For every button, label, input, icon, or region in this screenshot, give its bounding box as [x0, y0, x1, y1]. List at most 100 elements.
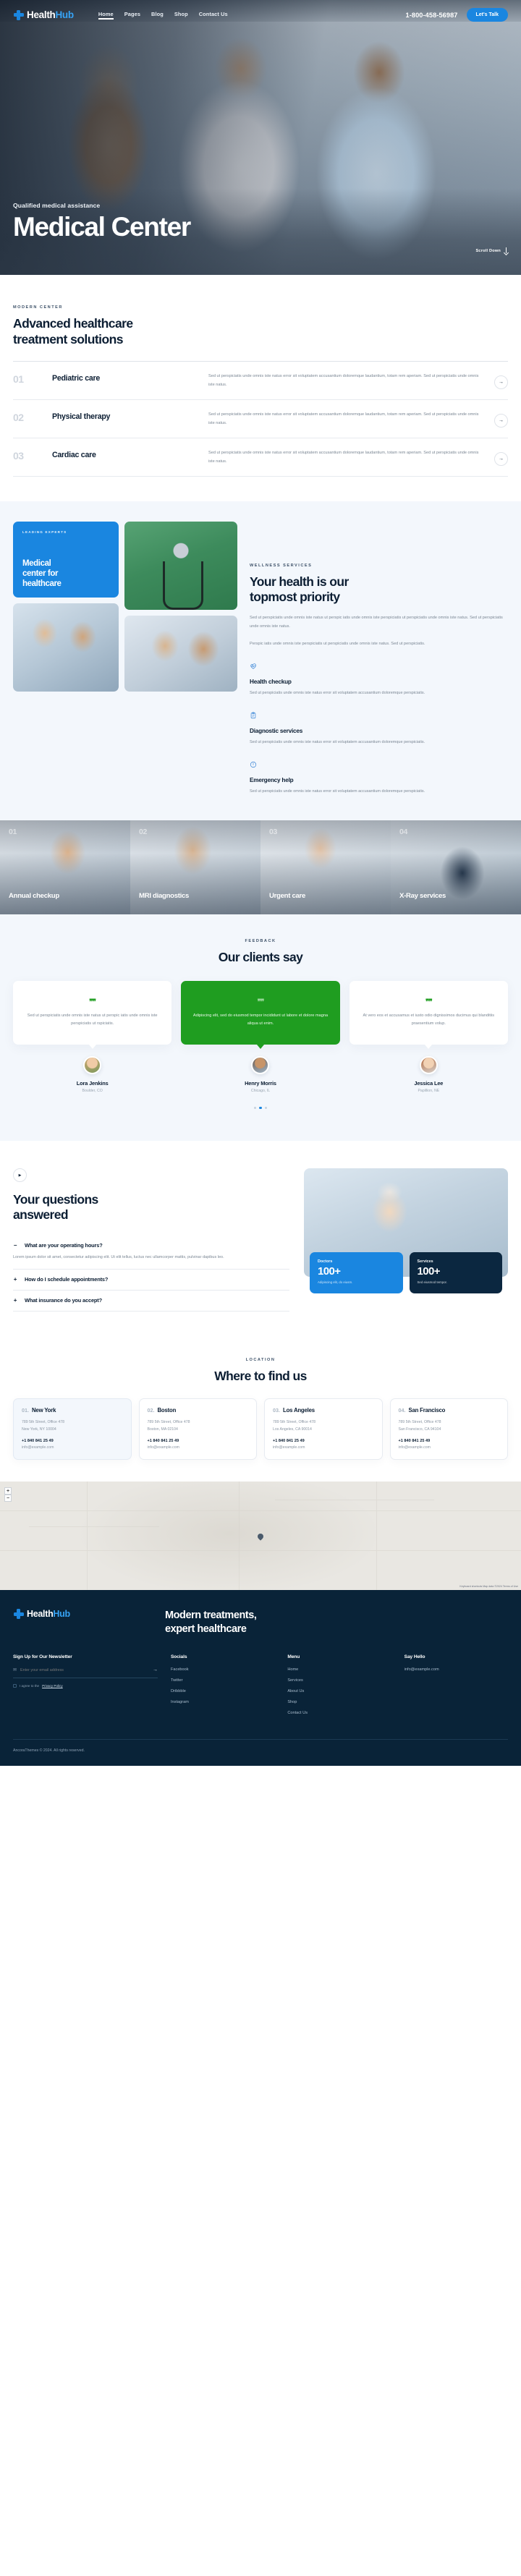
location-email[interactable]: info@example.com	[148, 1445, 249, 1450]
location-phone[interactable]: +1 840 841 25 49	[273, 1439, 374, 1443]
location-city: New York	[32, 1407, 56, 1414]
gallery-section: 01 Annual checkup 02 MRI diagnostics 03 …	[0, 820, 521, 914]
service-title: Cardiac care	[52, 451, 96, 460]
contact-email[interactable]: info@example.com	[404, 1667, 508, 1672]
location-address-1: 789 5th Street, Office 478	[147, 1420, 190, 1425]
location-address-2: San Francisco, CA 94104	[398, 1427, 441, 1432]
zoom-in-button[interactable]: +	[4, 1487, 12, 1495]
faq-question: What are your operating hours?	[25, 1242, 103, 1249]
footer-logo[interactable]: HealthHub	[13, 1609, 151, 1620]
gallery-shade	[391, 820, 521, 914]
gallery-item[interactable]: 01 Annual checkup	[0, 820, 130, 914]
stat-label: Services	[417, 1259, 433, 1264]
nav-link-shop[interactable]: Shop	[174, 11, 188, 20]
service-row[interactable]: 01 Pediatric care Sed ut perspiciatis un…	[13, 362, 508, 401]
map-zoom-controls[interactable]: + −	[4, 1487, 12, 1502]
faq-question: What insurance do you accept?	[25, 1297, 102, 1304]
footer-link-services[interactable]: Services	[287, 1678, 391, 1683]
nav-link-contact-us[interactable]: Contact Us	[199, 11, 228, 20]
medical-cross-icon	[13, 1609, 24, 1620]
newsletter-email-input[interactable]	[20, 1667, 149, 1672]
arrow-right-icon[interactable]: →	[494, 452, 508, 467]
arrow-right-icon[interactable]: →	[494, 375, 508, 390]
location-card[interactable]: 02. Boston 789 5th Street, Office 478 Bo…	[138, 1398, 257, 1460]
social-link-dribbble[interactable]: Dribbble	[171, 1689, 274, 1693]
checkbox-icon[interactable]	[13, 1684, 17, 1688]
gallery-item[interactable]: 03 Urgent care	[260, 820, 391, 914]
gallery-label: X-Ray services	[399, 891, 446, 900]
quote-icon: ❞❞	[425, 998, 433, 1006]
location-card[interactable]: 03. Los Angeles 789 5th Street, Office 4…	[264, 1398, 383, 1460]
zoom-out-button[interactable]: −	[4, 1494, 12, 1502]
scroll-down-indicator[interactable]: Scroll Down	[475, 247, 508, 255]
footer-link-shop[interactable]: Shop	[287, 1700, 391, 1704]
location-city: San Francisco	[408, 1407, 446, 1414]
social-link-twitter[interactable]: Twitter	[171, 1678, 274, 1683]
location-card[interactable]: 01. New York 789 5th Street, Office 478 …	[13, 1398, 132, 1460]
location-email[interactable]: info@example.com	[22, 1445, 123, 1450]
footer-link-home[interactable]: Home	[287, 1667, 391, 1672]
site-logo[interactable]: HealthHub	[13, 9, 74, 20]
location-address-2: New York, NY 10004	[22, 1427, 56, 1432]
footer-link-contact-us[interactable]: Contact Us	[287, 1711, 391, 1715]
quote-icon: ❞❞	[89, 998, 96, 1006]
socials-title: Socials	[171, 1654, 187, 1660]
nav-links: Home Pages Blog Shop Contact Us	[98, 11, 228, 20]
testimonial-bubble: ❞❞ At vero eos et accusamus et iusto odi…	[349, 980, 508, 1049]
arrow-right-icon[interactable]: →	[494, 414, 508, 428]
avatar	[83, 1055, 102, 1074]
wellness-feature: Health checkup Sed ut perspiciatis unde …	[250, 663, 508, 697]
faq-title: Your questions answered	[13, 1192, 98, 1223]
gallery-item[interactable]: 02 MRI diagnostics	[130, 820, 260, 914]
location-phone[interactable]: +1 840 841 25 49	[22, 1439, 123, 1443]
testimonial-bubble: ❞❞ Sed ut perspiciatis unde omnis iste n…	[13, 980, 172, 1049]
stat-card-services: Services 100+ Sed eiusmod tempor.	[409, 1252, 502, 1293]
location-email[interactable]: info@example.com	[399, 1445, 500, 1450]
faq-item[interactable]: + What insurance do you accept?	[13, 1291, 289, 1312]
header-phone-number[interactable]: 1-800-458-56987	[406, 12, 458, 19]
gallery-item[interactable]: 04 X-Ray services	[391, 820, 521, 914]
location-phone[interactable]: +1 840 841 25 49	[148, 1439, 249, 1443]
faq-content: ▶ Your questions answered − What are you…	[13, 1168, 289, 1312]
carousel-dot[interactable]	[253, 1106, 257, 1110]
gallery-number: 03	[269, 827, 277, 836]
wellness-card-title: Medical center for healthcare	[22, 559, 62, 589]
footer-link-about-us[interactable]: About Us	[287, 1689, 391, 1693]
faq-question-row[interactable]: + How do I schedule appointments?	[13, 1276, 289, 1283]
nav-link-blog[interactable]: Blog	[151, 11, 164, 20]
carousel-dot-active[interactable]	[259, 1106, 262, 1110]
menu-column: Menu Home Services About Us Shop Contact…	[287, 1654, 391, 1722]
faq-question-row[interactable]: − What are your operating hours?	[13, 1242, 289, 1249]
leading-experts-card[interactable]: LEADING EXPERTS Medical center for healt…	[13, 522, 119, 598]
faq-item[interactable]: + How do I schedule appointments?	[13, 1270, 289, 1291]
newsletter-title: Sign Up for Our Newsletter	[13, 1654, 72, 1660]
location-phone[interactable]: +1 840 841 25 49	[399, 1439, 500, 1443]
service-row[interactable]: 03 Cardiac care Sed ut perspiciatis unde…	[13, 438, 508, 477]
envelope-icon: ✉	[13, 1668, 17, 1673]
wellness-feature-desc: Sed ut perspiciatis unde omnis iste natu…	[250, 788, 425, 794]
map-section[interactable]: + − Keyboard shortcuts Map data ©2024 Te…	[0, 1481, 521, 1590]
wellness-feature-title: Diagnostic services	[250, 727, 303, 734]
menu-title: Menu	[287, 1654, 300, 1660]
social-link-facebook[interactable]: Facebook	[171, 1667, 274, 1672]
location-address-1: 789 5th Street, Office 478	[398, 1420, 441, 1425]
privacy-consent[interactable]: I agree to the Privacy Policy	[13, 1684, 158, 1688]
newsletter-submit-button[interactable]: →	[153, 1667, 158, 1672]
nav-link-pages[interactable]: Pages	[124, 11, 140, 20]
privacy-policy-link[interactable]: Privacy Policy	[42, 1684, 63, 1688]
social-link-instagram[interactable]: Instagram	[171, 1700, 274, 1704]
locations-section: LOCATION Where to find us 01. New York 7…	[0, 1336, 521, 1482]
faq-item[interactable]: − What are your operating hours? Lorem i…	[13, 1236, 289, 1270]
carousel-dot[interactable]	[264, 1106, 268, 1110]
faq-question-row[interactable]: + What insurance do you accept?	[13, 1297, 289, 1304]
lets-talk-button[interactable]: Let's Talk	[466, 8, 508, 22]
nav-link-home[interactable]: Home	[98, 11, 114, 20]
location-card[interactable]: 04. San Francisco 789 5th Street, Office…	[389, 1398, 508, 1460]
newsletter-field[interactable]: ✉ →	[13, 1667, 158, 1679]
play-icon[interactable]: ▶	[13, 1168, 27, 1183]
location-email[interactable]: info@example.com	[273, 1445, 374, 1450]
service-row[interactable]: 02 Physical therapy Sed ut perspiciatis …	[13, 400, 508, 439]
gallery-label: Annual checkup	[9, 891, 59, 900]
services-kicker: MODERN CENTER	[13, 305, 63, 310]
faq-answer: Lorem ipsum dolor sit amet, consectetur …	[13, 1255, 224, 1260]
